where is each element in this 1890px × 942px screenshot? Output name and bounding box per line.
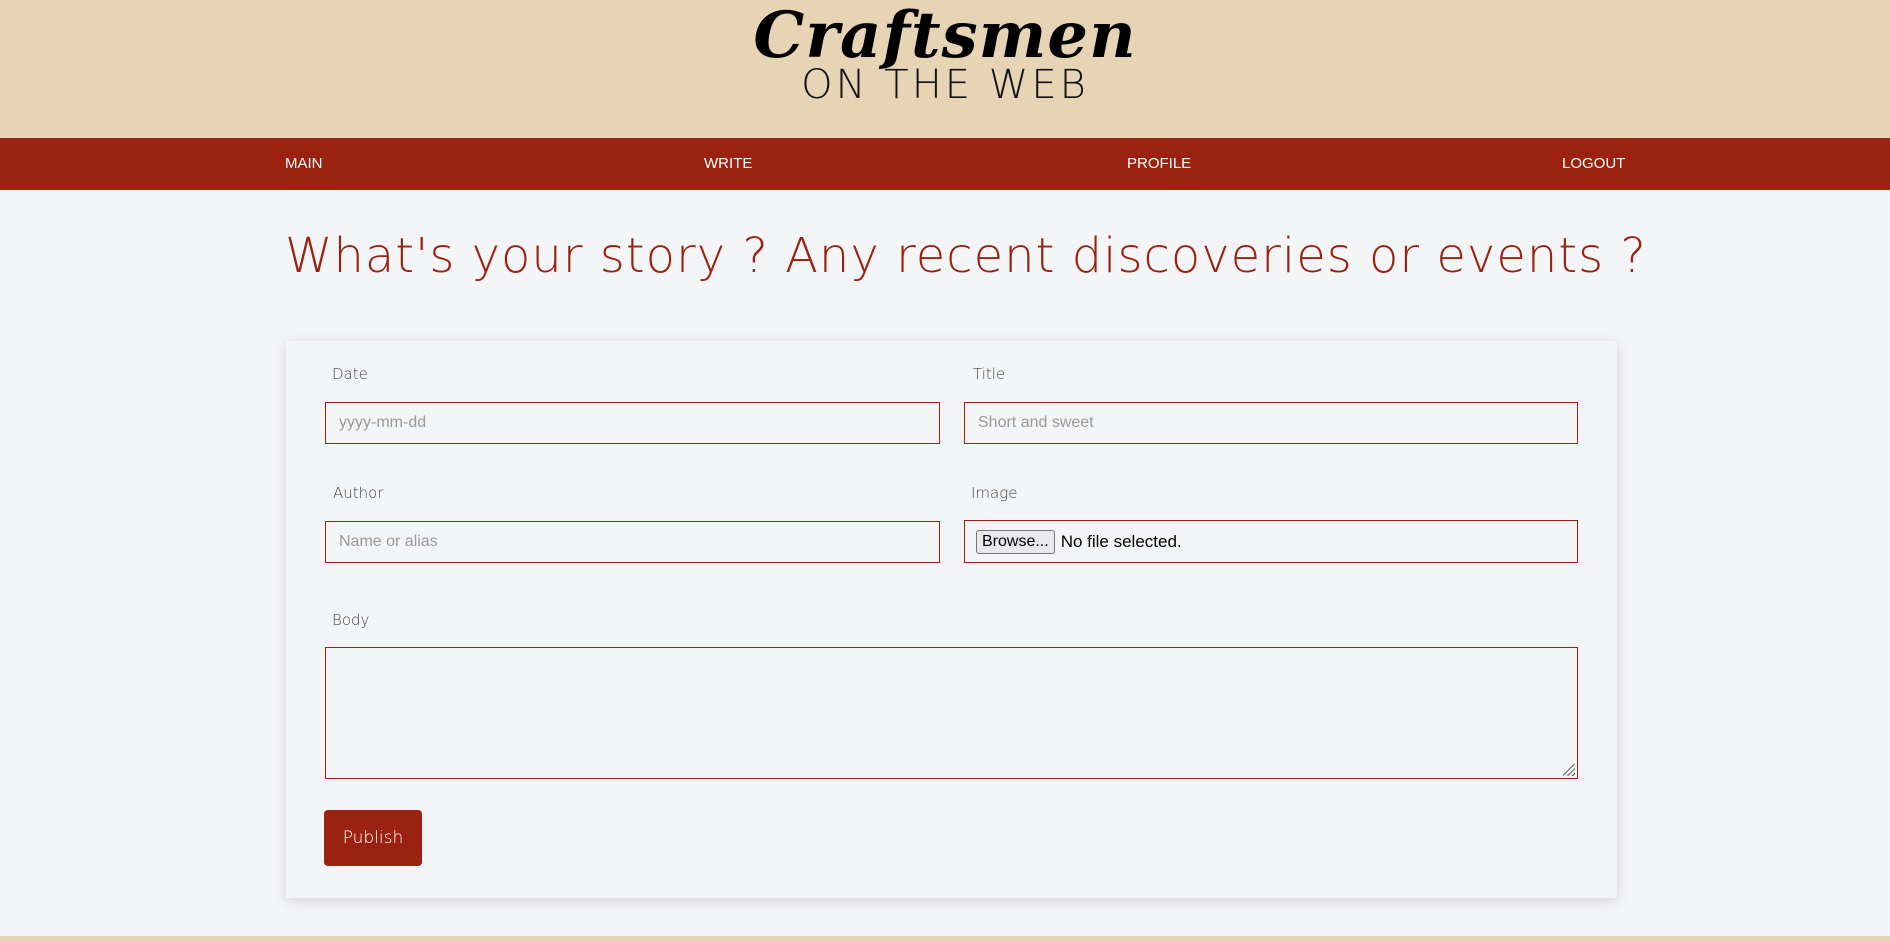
title-field[interactable]: Short and sweet (964, 402, 1578, 444)
browse-button[interactable]: Browse... (976, 529, 1055, 554)
image-label: Image (971, 484, 1018, 502)
no-file-text: No file selected. (1060, 531, 1182, 551)
title-label: Title (973, 365, 1006, 383)
write-form-card: Date yyyy-mm-dd Title Short and sweet Au… (286, 341, 1617, 898)
nav-profile-link[interactable]: PROFILE (1127, 138, 1191, 190)
logo-subtitle: ON THE WEB (801, 62, 1089, 108)
page-headline: What's your story ? Any recent discoveri… (285, 228, 1647, 284)
nav-write-link[interactable]: WRITE (704, 138, 752, 190)
author-field[interactable]: Name or alias (325, 521, 940, 563)
main-nav: MAIN WRITE PROFILE LOGOUT (0, 138, 1890, 190)
date-field[interactable]: yyyy-mm-dd (325, 402, 940, 444)
site-header: Craftsmen ON THE WEB (0, 0, 1890, 138)
image-file-field[interactable]: Browse... No file selected. (964, 520, 1578, 563)
date-label: Date (332, 365, 368, 383)
publish-button[interactable]: Publish (324, 810, 422, 866)
body-textarea[interactable] (325, 647, 1578, 779)
resize-grip-icon[interactable] (1563, 764, 1575, 776)
body-label: Body (332, 611, 370, 629)
footer-strip (0, 936, 1890, 942)
nav-main-link[interactable]: MAIN (285, 138, 323, 190)
nav-logout-link[interactable]: LOGOUT (1562, 138, 1625, 190)
author-label: Author (333, 484, 384, 502)
